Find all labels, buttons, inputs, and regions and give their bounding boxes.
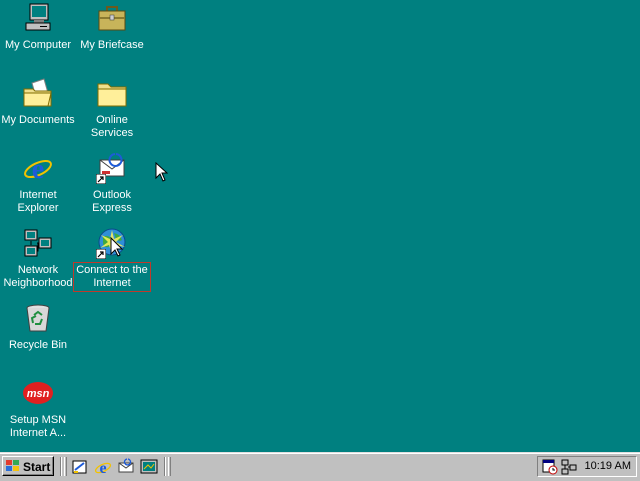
start-label: Start: [23, 460, 51, 474]
desktop-icon-label: Connect to the Internet: [73, 262, 151, 292]
taskbar-clock[interactable]: 10:19 AM: [585, 459, 631, 474]
taskbar-separator: [60, 457, 62, 476]
desktop-icon-label: Network Neighborhood: [3, 264, 73, 289]
desktop-icon-my-briefcase[interactable]: My Briefcase: [74, 2, 150, 53]
network-tray-icon[interactable]: [561, 459, 577, 475]
briefcase-icon: [96, 2, 128, 34]
desktop-icon-setup-msn[interactable]: msn Setup MSN Internet A...: [0, 377, 76, 441]
folder-icon: [96, 77, 128, 109]
taskbar-separator: [164, 457, 166, 476]
svg-text:msn: msn: [27, 388, 50, 400]
recycle-bin-icon: [22, 302, 54, 334]
desktop-icon-label: Online Services: [90, 114, 134, 139]
internet-explorer-quicklaunch-icon[interactable]: e: [94, 458, 112, 476]
computer-icon: [22, 2, 54, 34]
network-icon: [22, 227, 54, 259]
msn-icon: msn: [22, 377, 54, 409]
scheduler-icon[interactable]: [542, 459, 558, 475]
documents-folder-icon: [22, 77, 54, 109]
desktop-icon-label: Recycle Bin: [8, 339, 68, 351]
outlook-express-quicklaunch-icon[interactable]: [117, 458, 135, 476]
desktop[interactable]: My Computer My Briefcase My Documents On…: [0, 0, 640, 452]
desktop-icon-label: My Briefcase: [80, 39, 144, 51]
desktop-icon-label: My Computer: [4, 39, 72, 51]
connect-wizard-icon: [96, 227, 128, 259]
desktop-icon-label: Outlook Express: [92, 189, 132, 214]
system-tray: 10:19 AM: [537, 456, 637, 477]
desktop-icon-label: My Documents: [1, 114, 75, 126]
desktop-icon-connect-to-internet[interactable]: Connect to the Internet: [73, 227, 151, 292]
shortcut-arrow-icon: [96, 249, 106, 259]
svg-text:e: e: [99, 460, 106, 476]
desktop-icon-online-services[interactable]: Online Services: [74, 77, 150, 141]
show-desktop-icon[interactable]: [71, 458, 89, 476]
svg-text:e: e: [32, 154, 44, 184]
internet-explorer-icon: e: [22, 152, 54, 185]
windows-logo-icon: [6, 460, 19, 471]
quick-launch-grip[interactable]: [64, 457, 67, 476]
desktop-icon-internet-explorer[interactable]: e Internet Explorer: [0, 152, 76, 216]
shortcut-arrow-icon: [96, 174, 106, 184]
desktop-icon-label: Setup MSN Internet A...: [9, 414, 67, 439]
desktop-icon-network-neighborhood[interactable]: Network Neighborhood: [0, 227, 76, 291]
desktop-icon-outlook-express[interactable]: Outlook Express: [74, 152, 150, 216]
taskbar-buttons-grip[interactable]: [168, 457, 171, 476]
desktop-icon-my-computer[interactable]: My Computer: [0, 2, 76, 53]
mouse-cursor-icon: [155, 162, 168, 182]
start-button[interactable]: Start: [2, 456, 54, 476]
channels-icon[interactable]: [140, 458, 158, 476]
desktop-icon-my-documents[interactable]: My Documents: [0, 77, 76, 128]
desktop-icon-recycle-bin[interactable]: Recycle Bin: [0, 302, 76, 353]
desktop-icon-label: Internet Explorer: [17, 189, 59, 214]
taskbar: Start e 10:19 AM: [0, 452, 640, 481]
outlook-express-icon: [96, 152, 128, 184]
